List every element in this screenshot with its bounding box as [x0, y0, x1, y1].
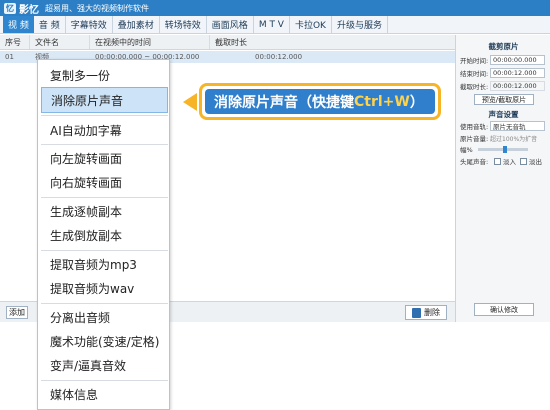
- trash-icon: [412, 307, 421, 318]
- title-bar: 忆 影忆 超易用、强大的视频制作软件: [0, 0, 550, 16]
- end-time-row: 结束时间: 00:00:12.000: [460, 68, 548, 78]
- menu-separator: [41, 115, 168, 116]
- fade-out-label: 淡出: [529, 158, 542, 166]
- fade-in-checkbox[interactable]: [494, 157, 501, 165]
- callout-close: ）: [409, 94, 424, 111]
- start-time-row: 开始时间: 00:00:00.000: [460, 55, 548, 65]
- callout-text: 消除原片声音（快捷键: [214, 94, 354, 111]
- volume-slider[interactable]: [478, 145, 528, 153]
- audio-track-label: 使用音轨:: [460, 123, 489, 131]
- start-time-label: 开始时间:: [460, 57, 489, 65]
- volume-slider-row: 幅%: [460, 144, 548, 154]
- menu-item-rotate-right[interactable]: 向右旋转画面: [38, 169, 171, 195]
- cut-duration-value: 00:00:12.000: [490, 81, 545, 91]
- delete-button[interactable]: 删除: [405, 305, 447, 320]
- end-time-label: 结束时间:: [460, 70, 489, 78]
- context-menu: 复制多一份 消除原片声音 AI自动加字幕 向左旋转画面 向右旋转画面 生成逐帧副…: [37, 59, 170, 410]
- shortcut-callout: 消除原片声音（快捷键 Ctrl+W）: [199, 83, 441, 120]
- add-button[interactable]: 添加: [6, 306, 28, 319]
- volume-hint: 超过100%为扩音: [490, 135, 538, 143]
- main-menu-bar: 视 频 音 频 字幕特效 叠加素材 转场特效 画面风格 M T V 卡拉OK 升…: [0, 16, 550, 34]
- app-name: 影忆: [19, 4, 39, 16]
- menu-item-voice-change[interactable]: 变声/逼真音效: [38, 352, 171, 378]
- tab-mtv[interactable]: M T V: [254, 16, 290, 33]
- delete-button-label: 删除: [424, 308, 440, 317]
- menu-item-frame-copy[interactable]: 生成逐帧副本: [38, 198, 171, 224]
- tab-styles[interactable]: 画面风格: [207, 16, 254, 33]
- tab-video[interactable]: 视 频: [3, 16, 34, 33]
- properties-panel: 截剪原片 开始时间: 00:00:00.000 结束时间: 00:00:12.0…: [455, 35, 550, 322]
- menu-item-ai-subtitles[interactable]: AI自动加字幕: [38, 117, 171, 143]
- column-filename[interactable]: 文件名: [30, 35, 90, 49]
- app-logo-icon: 忆: [4, 2, 16, 14]
- fade-in-label: 淡入: [503, 158, 516, 166]
- column-time[interactable]: 在视频中的时间: [90, 35, 210, 49]
- volume-slider-thumb[interactable]: [503, 145, 507, 153]
- menu-item-duplicate[interactable]: 复制多一份: [38, 62, 171, 88]
- cut-duration-row: 截取时长: 00:00:12.000: [460, 81, 548, 91]
- menu-item-reverse-copy[interactable]: 生成倒放副本: [38, 222, 171, 248]
- menu-item-extract-wav[interactable]: 提取音频为wav: [38, 275, 171, 301]
- menu-item-remove-original-audio[interactable]: 消除原片声音: [41, 87, 168, 113]
- tab-overlay[interactable]: 叠加素材: [113, 16, 160, 33]
- column-duration[interactable]: 截取时长: [210, 35, 455, 49]
- menu-item-magic-functions[interactable]: 魔术功能(变速/定格): [38, 328, 171, 354]
- add-button-label: 添加: [9, 308, 25, 317]
- media-list-header: 序号 文件名 在视频中的时间 截取时长: [0, 35, 455, 50]
- audio-section-title: 声音设置: [488, 110, 519, 119]
- confirm-changes-button[interactable]: 确认修改: [474, 303, 534, 316]
- callout-shortcut: Ctrl+W: [354, 93, 410, 110]
- column-index[interactable]: 序号: [0, 35, 30, 49]
- fade-label: 头尾声音:: [460, 158, 489, 166]
- menu-item-media-info[interactable]: 媒体信息: [38, 381, 171, 407]
- volume-label: 原片音量:: [460, 135, 489, 143]
- volume-percent-label: 幅%: [460, 146, 473, 154]
- app-slogan: 超易用、强大的视频制作软件: [45, 3, 149, 13]
- tab-subtitle-effects[interactable]: 字幕特效: [66, 16, 113, 33]
- menu-item-separate-audio[interactable]: 分离出音频: [38, 304, 171, 330]
- fade-out-checkbox[interactable]: [520, 157, 527, 165]
- cut-section-title: 截剪原片: [488, 42, 519, 51]
- end-time-field[interactable]: 00:00:12.000: [490, 68, 545, 78]
- tab-upgrade[interactable]: 升级与服务: [332, 16, 388, 33]
- tab-karaoke[interactable]: 卡拉OK: [290, 16, 332, 33]
- fade-row: 头尾声音: 淡入 淡出: [460, 156, 548, 166]
- menu-item-extract-mp3[interactable]: 提取音频为mp3: [38, 251, 171, 277]
- preview-cut-button[interactable]: 预览/截取原片: [474, 94, 534, 105]
- row-index: 01: [5, 53, 14, 61]
- tab-audio[interactable]: 音 频: [34, 16, 66, 33]
- tab-transitions[interactable]: 转场特效: [160, 16, 207, 33]
- volume-row: 原片音量: 超过100%为扩音: [460, 133, 548, 143]
- callout-arrow: [183, 93, 197, 111]
- callout-body: 消除原片声音（快捷键 Ctrl+W）: [205, 89, 435, 114]
- audio-track-select[interactable]: 原片无音轨: [490, 121, 545, 131]
- cut-duration-label: 截取时长:: [460, 83, 489, 91]
- audio-track-row: 使用音轨: 原片无音轨: [460, 121, 548, 131]
- row-duration: 00:00:12.000: [255, 53, 303, 61]
- start-time-field[interactable]: 00:00:00.000: [490, 55, 545, 65]
- menu-item-rotate-left[interactable]: 向左旋转画面: [38, 145, 171, 171]
